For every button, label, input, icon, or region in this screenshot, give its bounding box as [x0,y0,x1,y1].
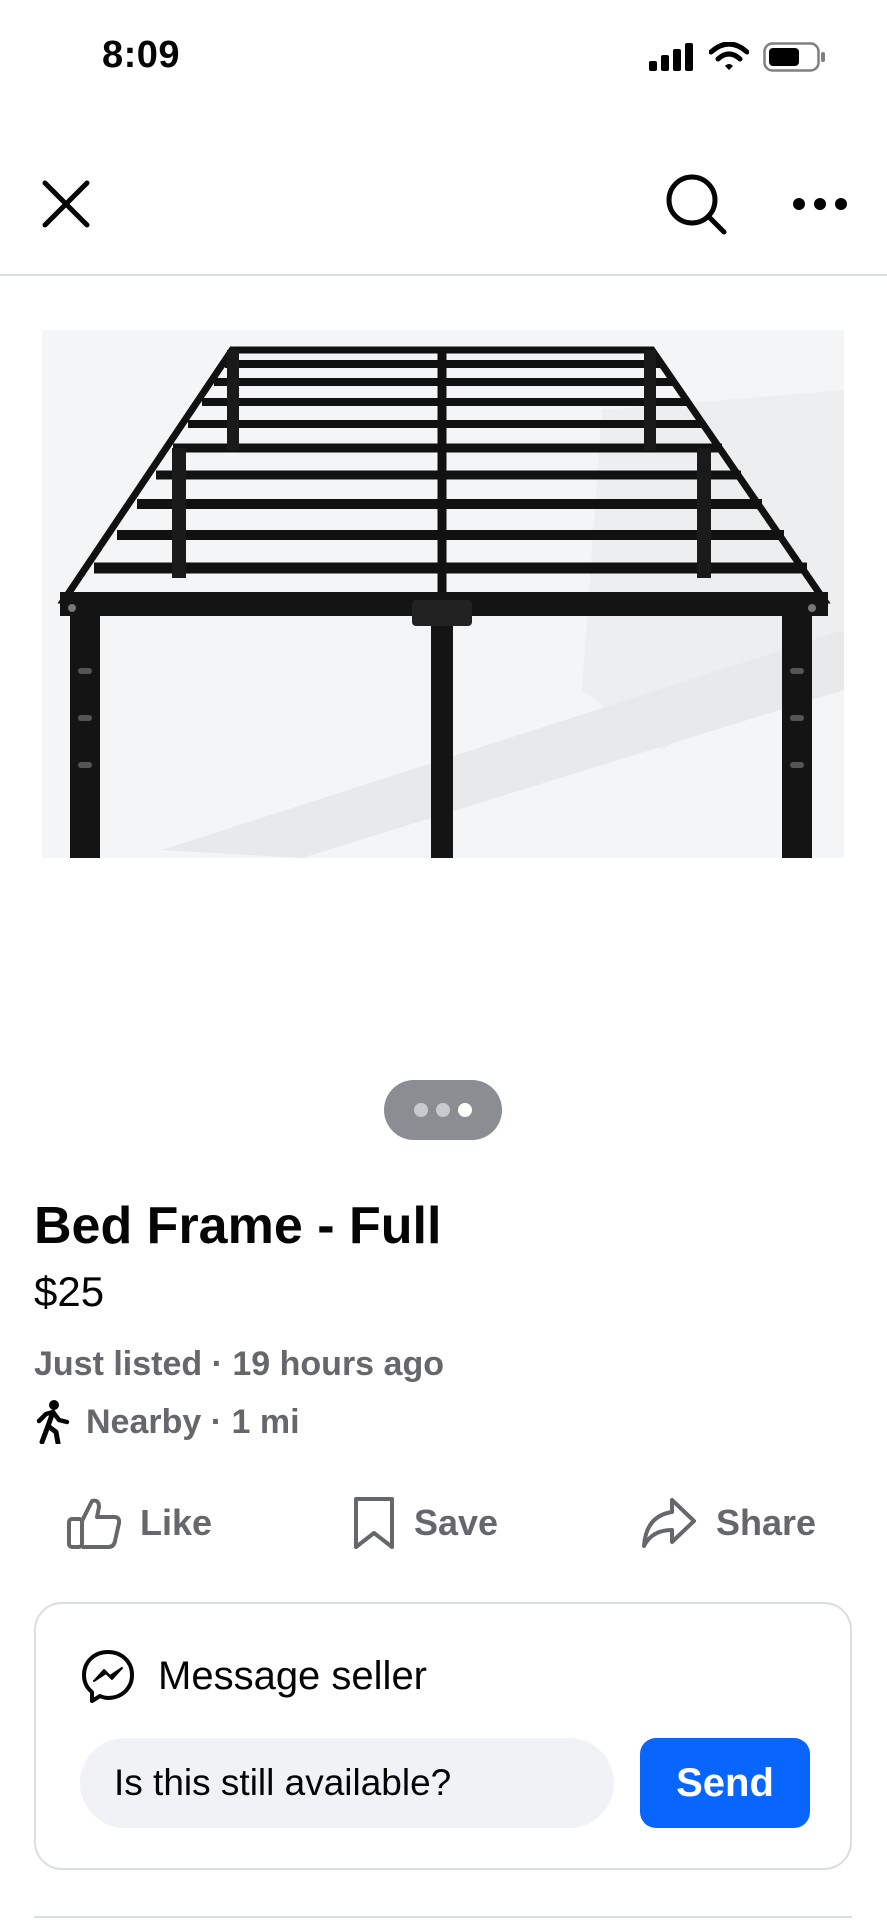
search-button[interactable] [660,168,732,240]
like-button[interactable]: Like [66,1488,212,1558]
battery-icon [763,42,825,72]
more-options-button[interactable] [788,174,852,234]
message-seller-title: Message seller [158,1653,428,1698]
wifi-icon [709,42,749,70]
like-label: Like [140,1502,213,1543]
photo-page-indicator [384,1080,502,1140]
search-icon [666,174,727,235]
walking-person-icon [36,1400,70,1444]
message-seller-header: Message seller [80,1648,427,1704]
messenger-icon [82,1650,134,1703]
listing-time: Just listed · 19 hours ago [34,1345,444,1383]
photo-gallery[interactable] [0,278,887,1078]
send-button[interactable]: Send [640,1738,810,1828]
thumbs-up-icon [67,1498,122,1549]
listing-price: $25 [34,1268,105,1315]
share-label: Share [716,1502,817,1543]
close-icon [42,180,90,228]
listing-actions: Like Save Share [0,1488,887,1558]
save-label: Save [414,1502,499,1543]
status-time: 8:09 [102,34,181,76]
nav-bar [0,118,887,276]
listing-title: Bed Frame - Full [34,1197,442,1255]
page-dot [414,1103,428,1117]
more-icon [793,198,847,210]
signal-icon [649,43,693,71]
share-arrow-icon [642,1498,696,1548]
save-button[interactable]: Save [352,1488,498,1558]
close-button[interactable] [36,174,96,234]
distance-label: Nearby · 1 mi [86,1402,300,1441]
share-button[interactable]: Share [640,1488,816,1558]
status-icons [649,42,827,72]
message-seller-card: Message seller Send [34,1602,852,1870]
bed-frame-photo [42,330,844,858]
bookmark-icon [354,1497,394,1549]
listing-distance: Nearby · 1 mi [34,1400,300,1444]
status-bar: 8:09 [0,0,887,118]
page-dot [436,1103,450,1117]
message-input[interactable] [80,1738,614,1828]
page-dot-active [458,1103,472,1117]
divider [34,1916,852,1918]
